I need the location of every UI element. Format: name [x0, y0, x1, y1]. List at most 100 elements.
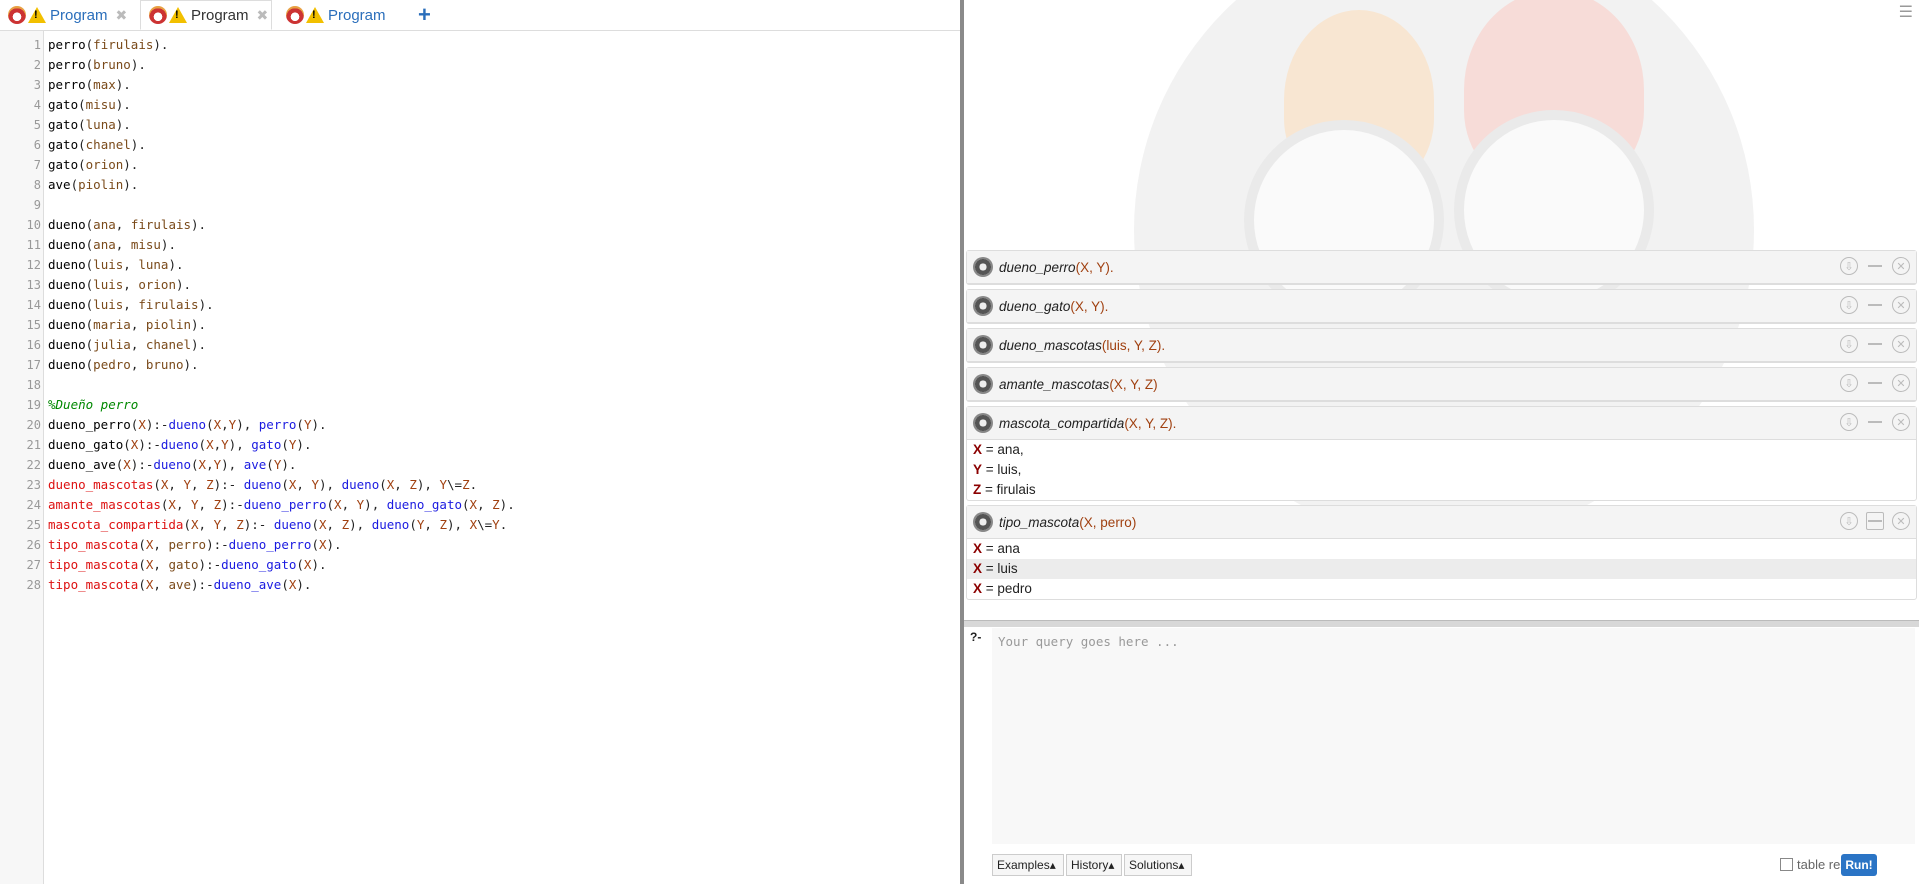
minimize-icon[interactable]	[1866, 296, 1884, 314]
query-text: amante_mascotas(X, Y, Z)	[999, 376, 1158, 392]
download-icon[interactable]: ⇩	[1840, 335, 1858, 353]
code-line[interactable]: 9	[0, 195, 960, 215]
code-line[interactable]: 1 perro(firulais).	[0, 35, 960, 55]
minimize-icon[interactable]	[1866, 512, 1884, 530]
code-line[interactable]: 27 tipo_mascota(X, gato):-dueno_gato(X).	[0, 555, 960, 575]
code-line[interactable]: 12 dueno(luis, luna).	[0, 255, 960, 275]
code-text: dueno_perro(X):-dueno(X,Y), perro(Y).	[48, 417, 327, 432]
code-line[interactable]: 13 dueno(luis, orion).	[0, 275, 960, 295]
add-tab-button[interactable]: +	[418, 2, 431, 28]
tab-bar: Program ✖ Program ✖ Program +	[0, 0, 960, 31]
line-number: 28	[26, 578, 41, 592]
line-number: 8	[33, 178, 41, 192]
code-line[interactable]: 21 dueno_gato(X):-dueno(X,Y), gato(Y).	[0, 435, 960, 455]
close-icon[interactable]: ✕	[1892, 512, 1910, 530]
code-line[interactable]: 17 dueno(pedro, bruno).	[0, 355, 960, 375]
tab-program-1[interactable]: Program ✖	[8, 0, 136, 30]
query-result-dueno-mascotas: dueno_mascotas(luis, Y, Z). ⇩ ✕	[966, 328, 1917, 363]
query-header: dueno_gato(X, Y). ⇩ ✕	[967, 290, 1916, 323]
code-text: perro(max).	[48, 77, 131, 92]
line-number: 17	[26, 358, 41, 372]
answer-row: X = pedro	[973, 581, 1032, 596]
query-splitter[interactable]	[964, 620, 1919, 627]
download-icon[interactable]: ⇩	[1840, 413, 1858, 431]
code-line[interactable]: 5 gato(luna).	[0, 115, 960, 135]
line-number: 26	[26, 538, 41, 552]
tab-program-3[interactable]: Program	[286, 0, 414, 30]
gear-icon[interactable]	[973, 335, 993, 355]
code-line[interactable]: 20 dueno_perro(X):-dueno(X,Y), perro(Y).	[0, 415, 960, 435]
line-number: 13	[26, 278, 41, 292]
code-line[interactable]: 11 dueno(ana, misu).	[0, 235, 960, 255]
gear-icon[interactable]	[973, 512, 993, 532]
code-line[interactable]: 8 ave(piolin).	[0, 175, 960, 195]
gear-icon[interactable]	[973, 296, 993, 316]
code-line[interactable]: 28 tipo_mascota(X, ave):-dueno_ave(X).	[0, 575, 960, 595]
answer-row: X = luis	[967, 559, 1916, 579]
download-icon[interactable]: ⇩	[1840, 374, 1858, 392]
history-button[interactable]: History▴	[1066, 854, 1122, 876]
query-input[interactable]: Your query goes here ...	[992, 628, 1915, 844]
code-text: gato(chanel).	[48, 137, 146, 152]
query-header: dueno_mascotas(luis, Y, Z). ⇩ ✕	[967, 329, 1916, 362]
code-line[interactable]: 25 mascota_compartida(X, Y, Z):- dueno(X,…	[0, 515, 960, 535]
code-line[interactable]: 22 dueno_ave(X):-dueno(X,Y), ave(Y).	[0, 455, 960, 475]
code-line[interactable]: 2 perro(bruno).	[0, 55, 960, 75]
code-editor[interactable]: 1 perro(firulais). 2 perro(bruno). 3 perro(ma…	[0, 35, 960, 595]
query-result-dueno-perro: dueno_perro(X, Y). ⇩ ✕	[966, 250, 1917, 285]
code-line[interactable]: 6 gato(chanel).	[0, 135, 960, 155]
code-line[interactable]: 23 dueno_mascotas(X, Y, Z):- dueno(X, Y),…	[0, 475, 960, 495]
code-text: tipo_mascota(X, ave):-dueno_ave(X).	[48, 577, 312, 592]
code-line[interactable]: 15 dueno(maria, piolin).	[0, 315, 960, 335]
query-text: dueno_gato(X, Y).	[999, 298, 1109, 314]
line-number: 11	[26, 238, 41, 252]
code-line[interactable]: 14 dueno(luis, firulais).	[0, 295, 960, 315]
close-icon[interactable]: ✕	[1892, 374, 1910, 392]
line-number: 6	[33, 138, 41, 152]
run-button[interactable]: Run!	[1841, 854, 1877, 876]
minimize-icon[interactable]	[1866, 335, 1884, 353]
minimize-icon[interactable]	[1866, 413, 1884, 431]
code-text: perro(bruno).	[48, 57, 146, 72]
download-icon[interactable]: ⇩	[1840, 296, 1858, 314]
code-line[interactable]: 24 amante_mascotas(X, Y, Z):-dueno_perro(…	[0, 495, 960, 515]
gear-icon[interactable]	[973, 374, 993, 394]
gear-icon[interactable]	[973, 257, 993, 277]
code-line[interactable]: 7 gato(orion).	[0, 155, 960, 175]
query-text: mascota_compartida(X, Y, Z).	[999, 415, 1177, 431]
close-icon[interactable]: ✕	[1892, 296, 1910, 314]
download-icon[interactable]: ⇩	[1840, 512, 1858, 530]
line-number: 9	[33, 198, 41, 212]
checkbox[interactable]	[1780, 858, 1793, 871]
query-result-amante-mascotas: amante_mascotas(X, Y, Z) ⇩ ✕	[966, 367, 1917, 402]
menu-icon[interactable]: ☰	[1899, 2, 1913, 22]
code-text: gato(orion).	[48, 157, 139, 172]
close-icon[interactable]: ✕	[1892, 257, 1910, 275]
close-icon[interactable]: ✕	[1892, 413, 1910, 431]
examples-button[interactable]: Examples▴	[992, 854, 1064, 876]
query-header: mascota_compartida(X, Y, Z). ⇩ ✕	[967, 407, 1916, 440]
code-line[interactable]: 10 dueno(ana, firulais).	[0, 215, 960, 235]
gear-icon[interactable]	[973, 413, 993, 433]
code-text: dueno_mascotas(X, Y, Z):- dueno(X, Y), d…	[48, 477, 478, 492]
line-number: 14	[26, 298, 41, 312]
query-toolbar: Examples▴ History▴ Solutions▴ table resu…	[992, 854, 1919, 878]
code-line[interactable]: 19 %Dueño perro	[0, 395, 960, 415]
close-icon[interactable]: ✕	[1892, 335, 1910, 353]
code-line[interactable]: 16 dueno(julia, chanel).	[0, 335, 960, 355]
download-icon[interactable]: ⇩	[1840, 257, 1858, 275]
minimize-icon[interactable]	[1866, 374, 1884, 392]
code-line[interactable]: 4 gato(misu).	[0, 95, 960, 115]
query-prompt: ?-	[970, 630, 982, 644]
results-pane: ☰ dueno_perro(X, Y). ⇩ ✕ dueno_gato(X, Y). ⇩…	[964, 0, 1919, 884]
code-line[interactable]: 3 perro(max).	[0, 75, 960, 95]
tab-program-2[interactable]: Program ✖	[140, 0, 272, 30]
minimize-icon[interactable]	[1866, 257, 1884, 275]
code-line[interactable]: 18	[0, 375, 960, 395]
code-text: amante_mascotas(X, Y, Z):-dueno_perro(X,…	[48, 497, 515, 512]
line-number: 25	[26, 518, 41, 532]
solutions-button[interactable]: Solutions▴	[1124, 854, 1192, 876]
close-icon[interactable]: ✖	[257, 7, 269, 24]
close-icon[interactable]: ✖	[116, 7, 128, 24]
code-line[interactable]: 26 tipo_mascota(X, perro):-dueno_perro(X)…	[0, 535, 960, 555]
